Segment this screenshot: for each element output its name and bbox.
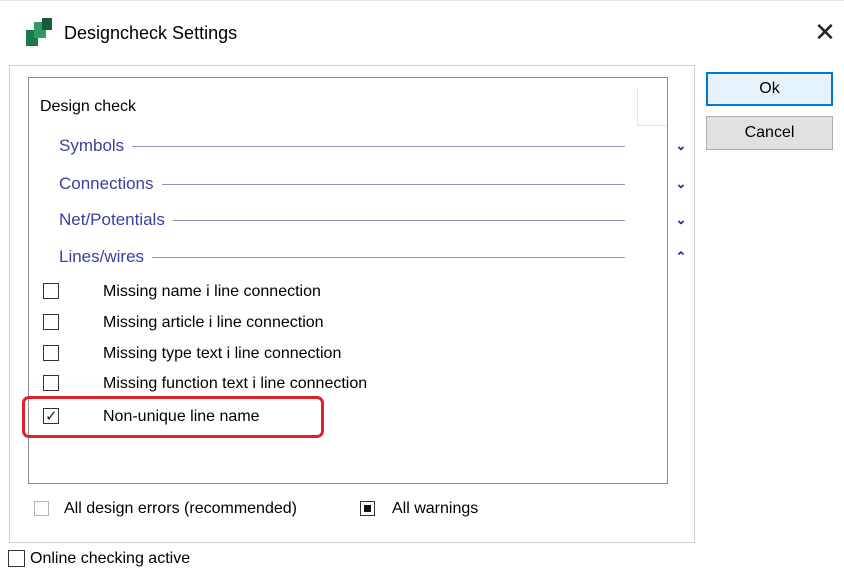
item-label: Missing type text i line connection <box>103 345 342 362</box>
item-label: Missing name i line connection <box>103 283 321 300</box>
list-item-missing-function-text[interactable]: Missing function text i line connection <box>43 373 643 399</box>
section-label: Connections <box>59 171 162 197</box>
design-check-list[interactable]: Design check Symbols ⌄ Connections ⌄ Net… <box>28 77 686 484</box>
item-label: Non-unique line name <box>103 408 260 425</box>
window-title: Designcheck Settings <box>64 23 238 43</box>
checkbox[interactable] <box>43 283 59 299</box>
all-design-errors-label: All design errors (recommended) <box>64 500 297 517</box>
all-warnings-checkbox[interactable] <box>360 501 375 516</box>
header-column <box>637 88 667 126</box>
list-header: Design check <box>40 98 137 115</box>
checkbox[interactable] <box>43 375 59 391</box>
all-warnings-label: All warnings <box>392 500 479 517</box>
item-label: Missing article i line connection <box>103 314 324 331</box>
checkbox[interactable] <box>43 345 59 361</box>
section-lines-wires[interactable]: Lines/wires ⌃ <box>59 244 686 270</box>
checkbox[interactable] <box>43 314 59 330</box>
section-symbols[interactable]: Symbols ⌄ <box>59 133 686 159</box>
list-item-missing-name[interactable]: Missing name i line connection <box>43 281 643 307</box>
section-label: Lines/wires <box>59 244 153 270</box>
checkbox-checked[interactable] <box>43 407 59 425</box>
cancel-button[interactable]: Cancel <box>706 116 833 150</box>
chevron-down-icon[interactable]: ⌄ <box>671 135 691 157</box>
all-design-errors-checkbox[interactable] <box>34 501 49 516</box>
item-label: Missing function text i line connection <box>103 375 368 392</box>
online-checking-checkbox[interactable] <box>8 550 25 567</box>
section-connections[interactable]: Connections ⌄ <box>59 171 686 197</box>
filter-row: All design errors (recommended) All warn… <box>30 497 650 521</box>
ok-button[interactable]: Ok <box>706 72 833 106</box>
chevron-down-icon[interactable]: ⌄ <box>671 173 691 195</box>
section-net-potentials[interactable]: Net/Potentials ⌄ <box>59 207 686 233</box>
close-icon[interactable]: ✕ <box>810 17 840 47</box>
list-item-missing-article[interactable]: Missing article i line connection <box>43 312 643 338</box>
section-divider <box>59 146 625 147</box>
chevron-down-icon[interactable]: ⌄ <box>671 209 691 231</box>
app-logo-icon <box>26 18 52 46</box>
section-label: Symbols <box>59 133 133 159</box>
section-label: Net/Potentials <box>59 207 173 233</box>
chevron-up-icon[interactable]: ⌃ <box>671 246 691 268</box>
list-item-non-unique-line-name[interactable]: Non-unique line name <box>43 406 643 432</box>
list-item-missing-type-text[interactable]: Missing type text i line connection <box>43 343 643 369</box>
online-checking-label: Online checking active <box>30 550 191 567</box>
title-bar: Designcheck Settings ✕ <box>0 0 844 64</box>
